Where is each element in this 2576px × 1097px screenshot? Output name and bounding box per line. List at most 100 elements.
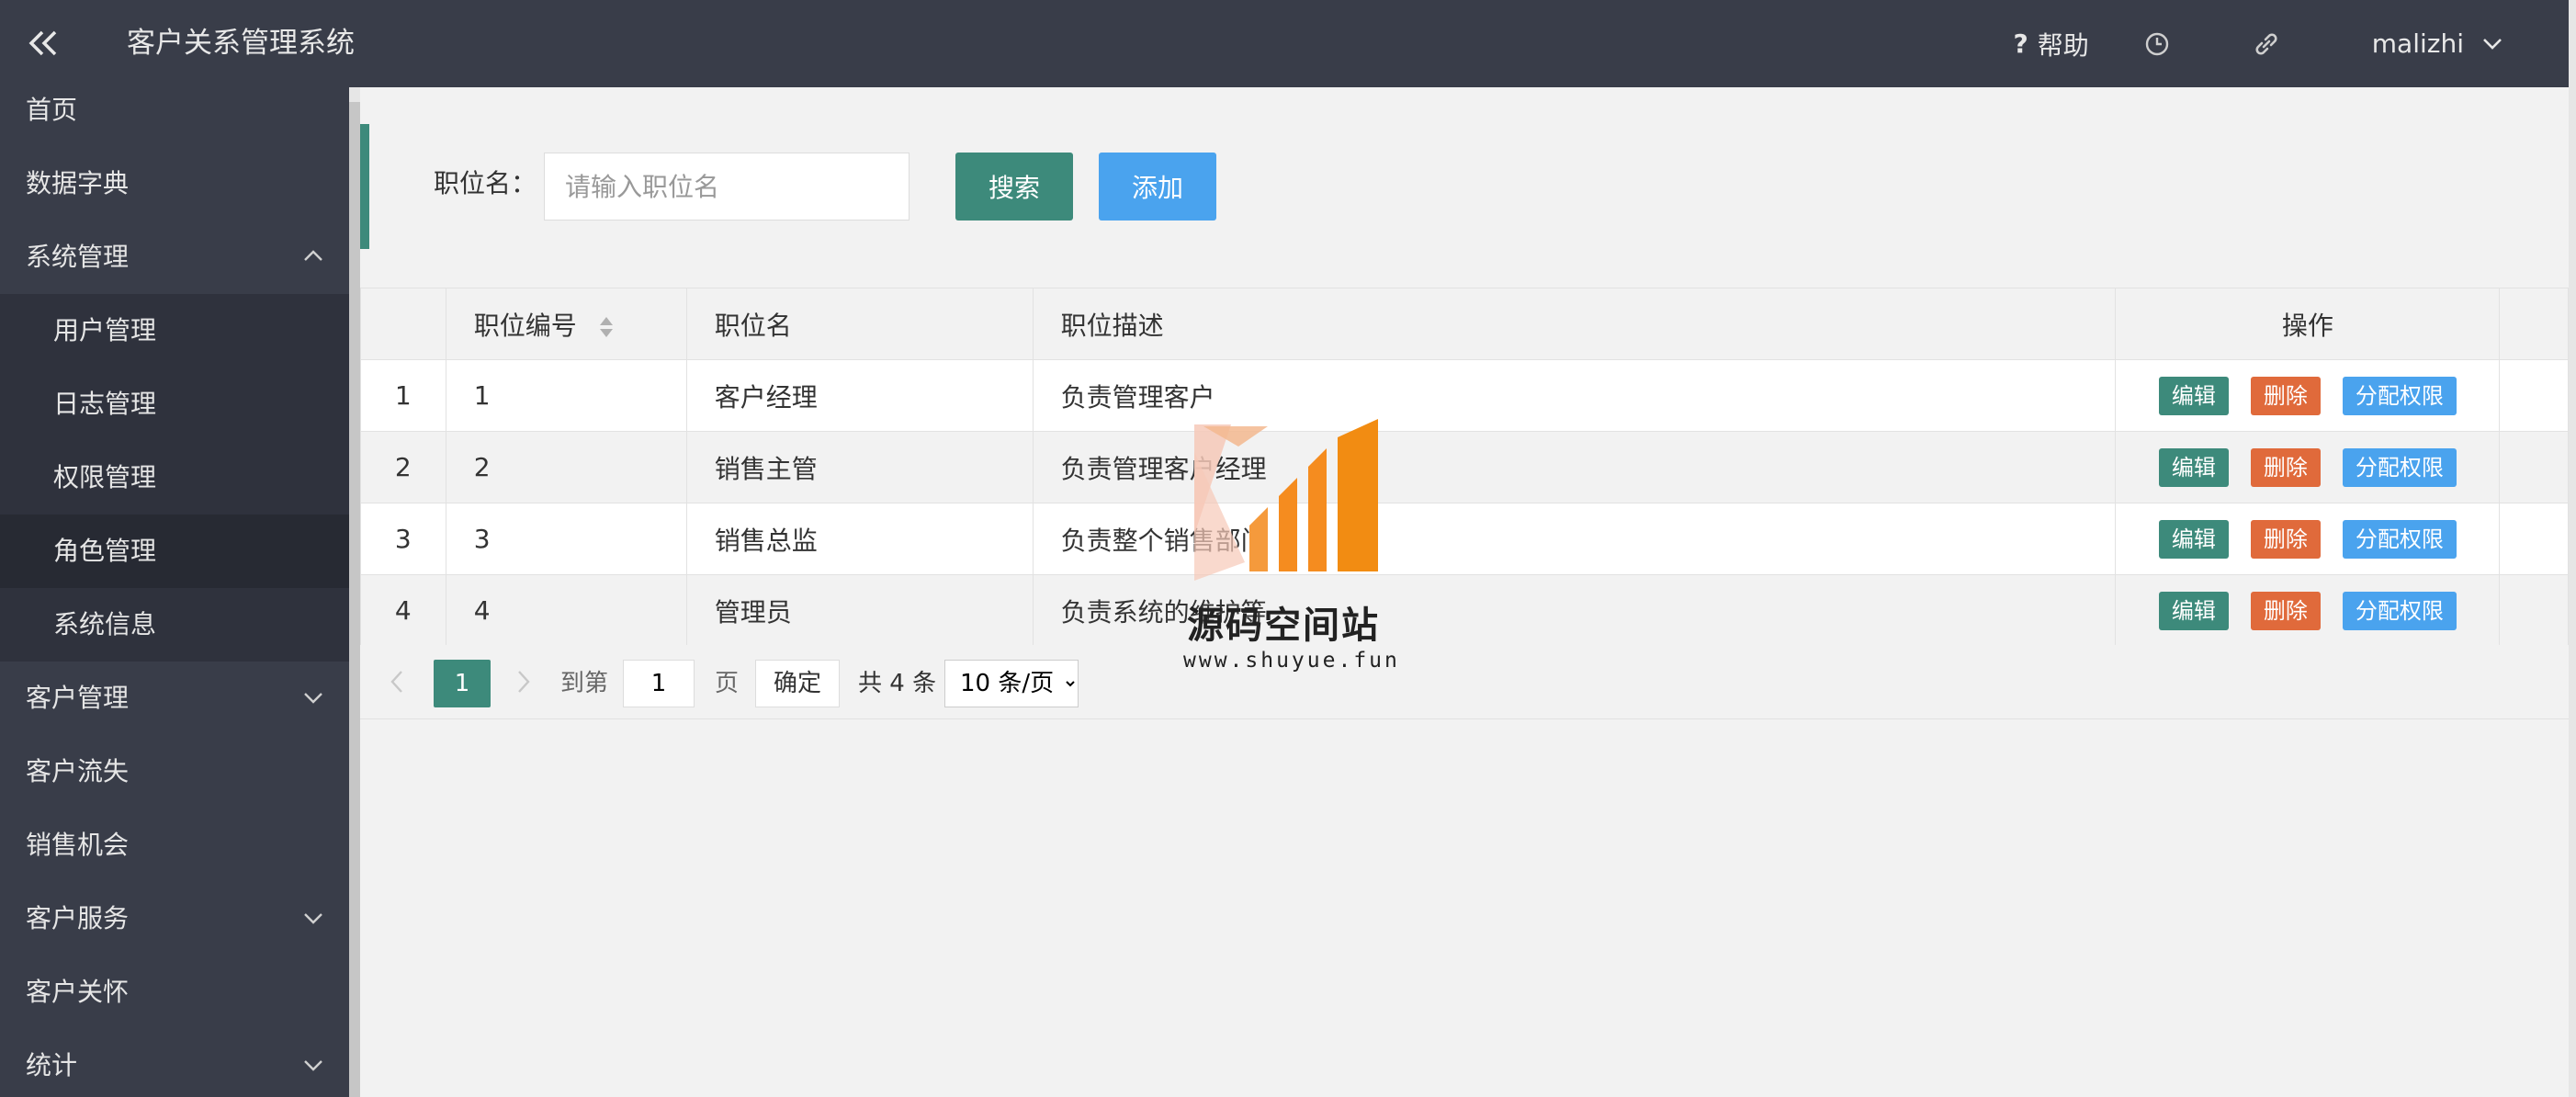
- cell-actions: 编辑 删除 分配权限: [2115, 359, 2501, 432]
- page-scrollbar[interactable]: [2569, 0, 2576, 1097]
- table-header-row: 职位编号 职位名 职位描述 操作: [360, 288, 2569, 360]
- edit-button[interactable]: 编辑: [2158, 591, 2229, 630]
- search-button[interactable]: 搜索: [955, 153, 1073, 221]
- cell-actions: 编辑 删除 分配权限: [2115, 503, 2501, 575]
- delete-button[interactable]: 删除: [2250, 591, 2321, 630]
- sidebar-item-label: 系统信息: [53, 609, 157, 639]
- user-menu[interactable]: malizhi: [2372, 28, 2503, 59]
- header-actions: 操作: [2115, 288, 2501, 360]
- sidebar-item-label: 首页: [26, 95, 78, 125]
- cell-filler: [2499, 359, 2569, 432]
- sidebar-item-system-management[interactable]: 系统管理: [0, 221, 349, 294]
- sidebar-item-customer-management[interactable]: 客户管理: [0, 662, 349, 735]
- sidebar-item-log-management[interactable]: 日志管理: [0, 368, 349, 441]
- page-unit-label: 页: [715, 670, 740, 697]
- chevron-up-icon: [304, 250, 322, 261]
- chevron-down-icon: [304, 913, 322, 924]
- header-position-desc: 职位描述: [1032, 288, 2117, 360]
- cell-position-desc: 负责管理客户: [1032, 359, 2117, 432]
- sidebar-item-customer-service[interactable]: 客户服务: [0, 882, 349, 956]
- sidebar-item-sales-opportunity[interactable]: 销售机会: [0, 809, 349, 882]
- cell-index: 2: [360, 431, 446, 503]
- sidebar-item-customer-care[interactable]: 客户关怀: [0, 956, 349, 1029]
- header-position-id[interactable]: 职位编号: [445, 288, 687, 360]
- sidebar: 首页 数据字典 系统管理 用户管理 日志管理 权限管理 角色管理 系统信息 客户…: [0, 87, 349, 1097]
- prev-page-icon[interactable]: [378, 663, 415, 700]
- watermark-title: 源码空间站: [1187, 605, 1380, 647]
- table-row: 1 1 客户经理 负责管理客户 编辑 删除 分配权限: [360, 359, 2569, 432]
- sidebar-item-customer-churn[interactable]: 客户流失: [0, 735, 349, 809]
- sidebar-scrollbar[interactable]: [349, 87, 360, 1097]
- search-label: 职位名：: [434, 168, 537, 198]
- next-page-icon[interactable]: [505, 663, 542, 700]
- assign-permission-button[interactable]: 分配权限: [2342, 447, 2457, 487]
- cell-position-name: 销售总监: [685, 503, 1034, 575]
- sidebar-item-label: 系统管理: [26, 242, 130, 272]
- sidebar-item-label: 客户流失: [26, 756, 130, 786]
- sidebar-item-label: 权限管理: [53, 462, 157, 492]
- delete-button[interactable]: 删除: [2250, 376, 2321, 415]
- top-bar-right: ? 帮助 malizhi: [2014, 0, 2569, 87]
- cell-filler: [2499, 431, 2569, 503]
- sidebar-item-label: 销售机会: [26, 830, 130, 860]
- chevron-down-icon: [304, 693, 322, 704]
- sort-icon[interactable]: [598, 315, 615, 339]
- cell-actions: 编辑 删除 分配权限: [2115, 574, 2501, 647]
- link-icon[interactable]: [2253, 30, 2280, 58]
- total-count: 共 4 条: [858, 670, 937, 697]
- cell-position-id: 4: [445, 574, 687, 647]
- cell-index: 4: [360, 574, 446, 647]
- sidebar-item-label: 数据字典: [26, 168, 130, 198]
- help-label: 帮助: [2037, 29, 2089, 61]
- sidebar-item-home[interactable]: 首页: [0, 87, 349, 147]
- goto-label: 到第: [560, 670, 609, 697]
- watermark-url: www.shuyue.fun: [1183, 649, 1400, 673]
- position-table-wrap: 职位编号 职位名 职位描述 操作 1 1 客户经理 负责管理客户 编辑 删除 分配权…: [360, 288, 2569, 647]
- sidebar-nav: 首页 数据字典 系统管理 用户管理 日志管理 权限管理 角色管理 系统信息 客户…: [0, 87, 349, 1097]
- edit-button[interactable]: 编辑: [2158, 376, 2229, 415]
- panel-accent-bar: [360, 124, 369, 249]
- help-menu[interactable]: ? 帮助: [2014, 26, 2089, 62]
- collapse-sidebar-icon[interactable]: [20, 20, 66, 66]
- sidebar-item-label: 客户关怀: [26, 977, 130, 1007]
- sidebar-item-data-dictionary[interactable]: 数据字典: [0, 147, 349, 221]
- pagination: 1 到第 页 确定 共 4 条 10 条/页: [360, 645, 2569, 719]
- assign-permission-button[interactable]: 分配权限: [2342, 376, 2457, 415]
- history-icon[interactable]: [2144, 31, 2170, 57]
- goto-confirm-button[interactable]: 确定: [755, 660, 840, 707]
- cell-position-desc: 负责管理客户经理: [1032, 431, 2117, 503]
- sidebar-item-label: 统计: [26, 1050, 78, 1080]
- table-row: 4 4 管理员 负责系统的维护等 编辑 删除 分配权限: [360, 574, 2569, 647]
- cell-position-desc: 负责整个销售部门: [1032, 503, 2117, 575]
- assign-permission-button[interactable]: 分配权限: [2342, 591, 2457, 630]
- add-button[interactable]: 添加: [1099, 153, 1216, 221]
- position-table: 职位编号 职位名 职位描述 操作 1 1 客户经理 负责管理客户 编辑 删除 分配权…: [360, 288, 2569, 647]
- page-current[interactable]: 1: [434, 660, 491, 707]
- cell-index: 3: [360, 503, 446, 575]
- sidebar-item-label: 客户服务: [26, 903, 130, 933]
- goto-page-input[interactable]: [623, 660, 695, 707]
- top-bar: 客户关系管理系统 ? 帮助 malizhi: [0, 0, 2569, 87]
- sidebar-item-system-info[interactable]: 系统信息: [0, 588, 349, 662]
- table-row: 3 3 销售总监 负责整个销售部门 编辑 删除 分配权限: [360, 503, 2569, 575]
- sidebar-scrollbar-thumb[interactable]: [349, 102, 360, 1097]
- sidebar-item-label: 日志管理: [53, 389, 157, 419]
- assign-permission-button[interactable]: 分配权限: [2342, 519, 2457, 559]
- sidebar-item-user-management[interactable]: 用户管理: [0, 294, 349, 368]
- cell-filler: [2499, 503, 2569, 575]
- edit-button[interactable]: 编辑: [2158, 519, 2229, 559]
- cell-index: 1: [360, 359, 446, 432]
- delete-button[interactable]: 删除: [2250, 447, 2321, 487]
- header-filler: [2499, 288, 2569, 360]
- header-position-name: 职位名: [685, 288, 1034, 360]
- app-title: 客户关系管理系统: [127, 27, 355, 60]
- position-name-input[interactable]: [544, 153, 910, 221]
- delete-button[interactable]: 删除: [2250, 519, 2321, 559]
- cell-position-id: 3: [445, 503, 687, 575]
- sidebar-item-permission-management[interactable]: 权限管理: [0, 441, 349, 515]
- page-size-select[interactable]: 10 条/页: [944, 660, 1079, 707]
- sidebar-item-label: 角色管理: [53, 536, 157, 566]
- sidebar-item-statistics[interactable]: 统计: [0, 1029, 349, 1097]
- edit-button[interactable]: 编辑: [2158, 447, 2229, 487]
- sidebar-item-role-management[interactable]: 角色管理: [0, 515, 349, 588]
